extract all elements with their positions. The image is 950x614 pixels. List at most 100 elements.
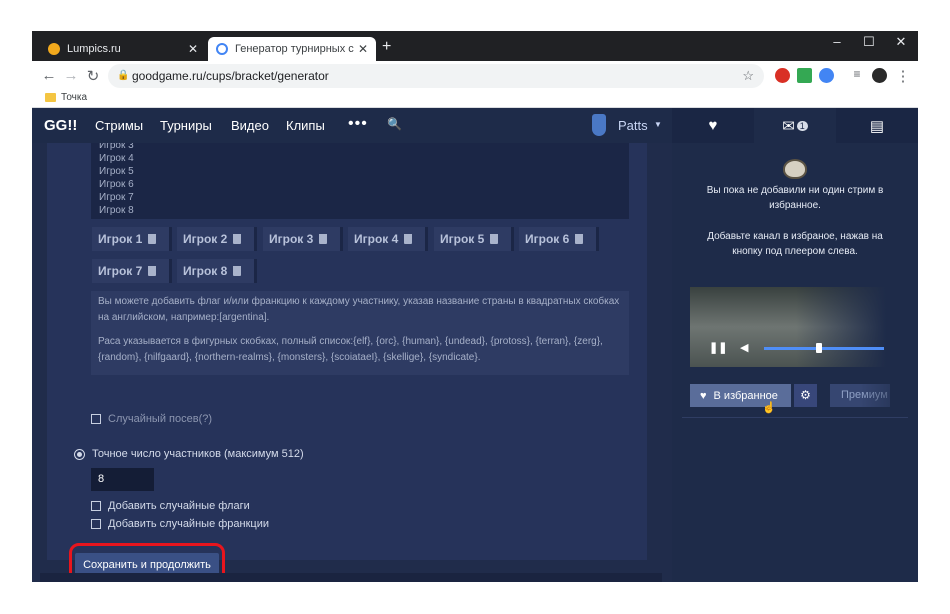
trash-icon[interactable]	[148, 234, 157, 244]
chip-label: Игрок 1	[98, 232, 143, 246]
checkbox-box[interactable]	[91, 501, 101, 511]
heart-icon: ♥	[708, 117, 718, 134]
random-flags-label: Добавить случайные флаги	[108, 500, 250, 512]
trash-icon[interactable]	[490, 234, 499, 244]
players-textarea[interactable]: Игрок 3 Игрок 4 Игрок 5 Игрок 6 Игрок 7 …	[91, 143, 629, 219]
address-text: goodgame.ru/cups/bracket/generator	[132, 69, 329, 83]
player-chip[interactable]: Игрок 4	[348, 227, 428, 251]
trash-icon[interactable]	[148, 266, 157, 276]
extension-red-icon[interactable]	[775, 68, 790, 83]
user-avatar[interactable]	[592, 114, 606, 136]
media-queue-icon[interactable]: ≡	[848, 67, 866, 81]
chip-label: Игрок 6	[525, 232, 570, 246]
nav-clips[interactable]: Клипы	[286, 118, 325, 133]
browser-window: Lumpics.ru ✕ Генератор турнирных сеток —…	[32, 31, 918, 582]
chip-label: Игрок 5	[440, 232, 485, 246]
random-franchises-checkbox[interactable]: Добавить случайные франкции	[91, 518, 269, 530]
player-chip[interactable]: Игрок 5	[434, 227, 514, 251]
favorites-sidebar: Вы пока не добавили ни один стрим в избр…	[672, 143, 918, 582]
checkbox-box[interactable]	[91, 414, 101, 424]
player-chip[interactable]: Игрок 8	[177, 259, 257, 283]
extension-globe-icon[interactable]	[819, 68, 834, 83]
chevron-down-icon[interactable]: ▼	[654, 120, 662, 129]
close-window-icon[interactable]: ✕	[886, 34, 916, 50]
bookmark-star-icon[interactable]: ☆	[742, 64, 754, 88]
nav-video[interactable]: Видео	[231, 118, 269, 133]
tab-title: Генератор турнирных сеток —	[235, 43, 354, 55]
player-chip[interactable]: Игрок 3	[263, 227, 343, 251]
tab-title: Lumpics.ru	[67, 43, 121, 55]
favorites-button-label: В избранное	[713, 389, 778, 402]
extension-check-icon[interactable]	[797, 68, 812, 83]
players-line: Игрок 3	[99, 143, 134, 151]
trash-icon[interactable]	[233, 266, 242, 276]
random-franchises-label: Добавить случайные франкции	[108, 518, 269, 530]
exact-count-label: Точное число участников (максимум 512)	[92, 448, 304, 460]
user-name[interactable]: Patts	[618, 118, 648, 133]
trash-icon[interactable]	[404, 234, 413, 244]
chip-label: Игрок 8	[183, 264, 228, 278]
tab-strip: Lumpics.ru ✕ Генератор турнирных сеток —…	[32, 31, 918, 61]
trash-icon[interactable]	[575, 234, 584, 244]
players-line: Игрок 5	[99, 166, 134, 177]
add-favorite-hint: Добавьте канал в избраное, нажав на кноп…	[707, 231, 883, 257]
address-bar[interactable]: 🔒 goodgame.ru/cups/bracket/generator ☆	[108, 64, 764, 88]
minimize-icon[interactable]: –	[822, 34, 852, 49]
cat-mascot-icon	[783, 159, 807, 179]
tab-messages[interactable]: ✉ 1	[754, 108, 836, 143]
volume-slider-handle[interactable]	[816, 343, 822, 353]
checkbox-box[interactable]	[91, 519, 101, 529]
folder-icon	[45, 93, 56, 102]
divider	[682, 417, 908, 418]
profile-avatar-icon[interactable]	[872, 68, 887, 83]
random-seed-checkbox[interactable]: Случайный посев(?)	[91, 413, 212, 425]
forward-icon[interactable]: →	[62, 67, 80, 84]
close-tab-icon[interactable]: ✕	[188, 42, 198, 56]
tab-bracket-generator[interactable]: Генератор турнирных сеток — ✕	[208, 37, 376, 61]
random-flags-checkbox[interactable]: Добавить случайные флаги	[91, 500, 250, 512]
trash-icon[interactable]	[233, 234, 242, 244]
volume-slider[interactable]	[764, 347, 884, 350]
search-icon[interactable]: 🔍	[387, 117, 402, 131]
tab-favorites[interactable]: ♥	[672, 108, 754, 143]
exact-count-radio[interactable]: Точное число участников (максимум 512)	[74, 448, 304, 460]
pointer-cursor-icon: ☝	[762, 402, 776, 414]
player-chip[interactable]: Игрок 1	[92, 227, 172, 251]
new-tab-icon[interactable]: +	[382, 38, 391, 56]
menu-icon[interactable]: ⋮	[894, 67, 912, 85]
chip-label: Игрок 7	[98, 264, 143, 278]
player-chip[interactable]: Игрок 7	[92, 259, 172, 283]
gear-icon[interactable]: ⚙	[794, 384, 817, 407]
premium-fade	[860, 384, 918, 407]
browser-toolbar: ← → ↻ 🔒 goodgame.ru/cups/bracket/generat…	[32, 61, 918, 91]
tab-lumpics[interactable]: Lumpics.ru ✕	[40, 37, 206, 61]
reload-icon[interactable]: ↻	[84, 67, 102, 85]
heart-icon: ♥	[700, 389, 707, 402]
maximize-icon[interactable]: ☐	[854, 34, 884, 50]
trash-icon[interactable]	[319, 234, 328, 244]
site-header: GG!! Стримы Турниры Видео Клипы ••• 🔍 Pa…	[32, 108, 918, 143]
players-line: Игрок 8	[99, 205, 134, 216]
more-icon[interactable]: •••	[348, 115, 368, 133]
pause-icon[interactable]: ❚❚	[709, 341, 727, 354]
player-chip[interactable]: Игрок 2	[177, 227, 257, 251]
bracket-form-panel: Игрок 3 Игрок 4 Игрок 5 Игрок 6 Игрок 7 …	[47, 143, 647, 560]
radio-selected[interactable]	[74, 448, 85, 460]
nav-streams[interactable]: Стримы	[95, 118, 143, 133]
nav-tournaments[interactable]: Турниры	[160, 118, 212, 133]
mail-count-badge: 1	[796, 120, 808, 131]
mail-icon: ✉	[782, 117, 795, 135]
back-icon[interactable]: ←	[40, 67, 58, 84]
site-logo[interactable]: GG!!	[44, 117, 77, 134]
volume-icon[interactable]: ◀	[740, 341, 748, 354]
players-line: Игрок 6	[99, 179, 134, 190]
player-chip[interactable]: Игрок 6	[519, 227, 599, 251]
google-favicon-icon	[216, 43, 228, 55]
tab-news[interactable]: ▤	[836, 108, 918, 143]
video-fade	[796, 287, 886, 367]
video-preview[interactable]: ❚❚ ◀	[690, 287, 886, 367]
participants-count-input[interactable]	[91, 468, 154, 491]
close-tab-icon[interactable]: ✕	[358, 42, 368, 56]
bookmark-tochka[interactable]: Точка	[45, 92, 87, 103]
bookmarks-bar: Точка	[32, 91, 918, 108]
